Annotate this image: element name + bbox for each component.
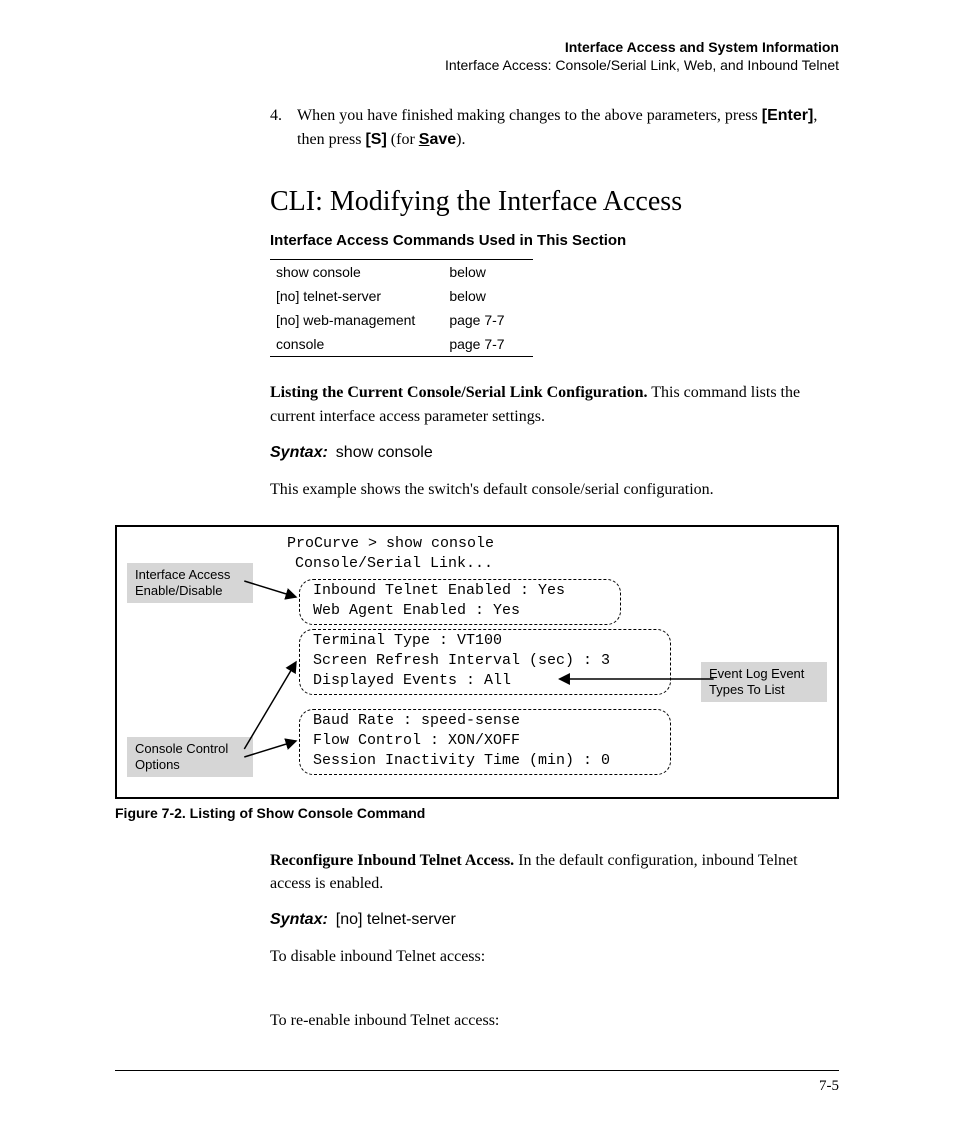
term-l4: Screen Refresh Interval (sec) : 3	[313, 652, 610, 669]
term-subtitle: Console/Serial Link...	[295, 555, 493, 572]
term-l7: Flow Control : XON/XOFF	[313, 732, 520, 749]
term-l1: Inbound Telnet Enabled : Yes	[313, 582, 565, 599]
figure-box: Interface Access Enable/Disable Console …	[115, 525, 839, 799]
table-row: console page 7-7	[270, 332, 533, 357]
term-prompt: ProCurve > show console	[287, 535, 494, 552]
step-text: When you have finished making changes to…	[297, 104, 839, 152]
syntax-telnet-server: Syntax: [no] telnet-server	[270, 911, 839, 929]
reconfigure-paragraph: Reconfigure Inbound Telnet Access. In th…	[270, 849, 839, 895]
section-heading: CLI: Modifying the Interface Access	[270, 186, 839, 218]
page-number: 7-5	[819, 1078, 839, 1095]
body-column-2: Reconfigure Inbound Telnet Access. In th…	[270, 849, 839, 1032]
example-intro: This example shows the switch's default …	[270, 478, 839, 501]
syntax-show-console: Syntax: show console	[270, 444, 839, 462]
key-s: [S]	[365, 131, 386, 148]
figure-caption: Figure 7-2. Listing of Show Console Comm…	[115, 805, 839, 821]
header-subtitle: Interface Access: Console/Serial Link, W…	[115, 56, 839, 74]
listing-paragraph: Listing the Current Console/Serial Link …	[270, 381, 839, 427]
term-l6: Baud Rate : speed-sense	[313, 712, 520, 729]
callout-console-control: Console Control Options	[127, 737, 253, 778]
callout-event-log: Event Log Event Types To List	[701, 662, 827, 703]
callout-interface-access: Interface Access Enable/Disable	[127, 563, 253, 604]
footer-rule	[115, 1070, 839, 1071]
step-number: 4.	[270, 104, 285, 152]
table-heading: Interface Access Commands Used in This S…	[270, 232, 839, 249]
command-table: show console below [no] telnet-server be…	[270, 259, 533, 357]
table-row: [no] telnet-server below	[270, 284, 533, 308]
term-l3: Terminal Type : VT100	[313, 632, 502, 649]
step-4: 4. When you have finished making changes…	[270, 104, 839, 152]
key-enter: [Enter]	[762, 107, 814, 124]
table-row: [no] web-management page 7-7	[270, 308, 533, 332]
running-header: Interface Access and System Information …	[115, 38, 839, 74]
term-l2: Web Agent Enabled : Yes	[313, 602, 520, 619]
term-l8: Session Inactivity Time (min) : 0	[313, 752, 610, 769]
header-title: Interface Access and System Information	[115, 38, 839, 56]
body-column: 4. When you have finished making changes…	[270, 104, 839, 501]
term-l5: Displayed Events : All	[313, 672, 511, 689]
disable-text: To disable inbound Telnet access:	[270, 945, 839, 968]
page-content: Interface Access and System Information …	[115, 38, 839, 1105]
reenable-text: To re-enable inbound Telnet access:	[270, 1009, 839, 1032]
table-row: show console below	[270, 260, 533, 285]
